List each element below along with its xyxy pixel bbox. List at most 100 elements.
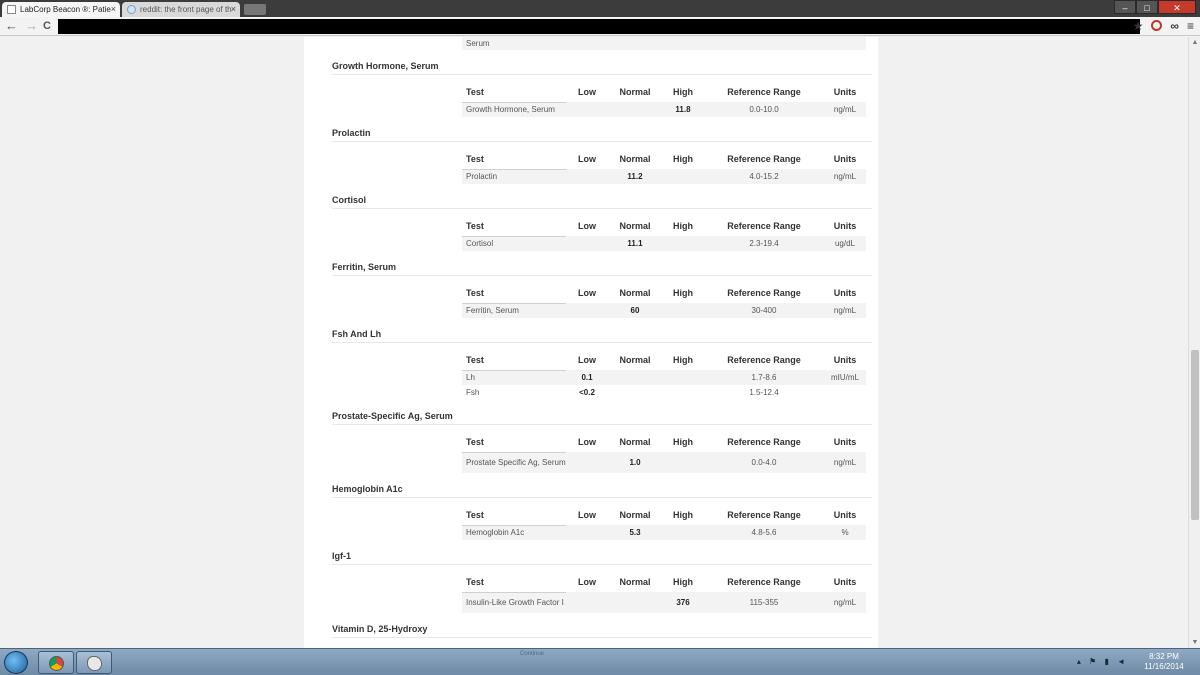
cell-test: Growth Hormone, Serum bbox=[462, 102, 566, 117]
minimize-button[interactable]: – bbox=[1114, 0, 1136, 14]
column-header-low: Low bbox=[578, 355, 596, 365]
column-header-low: Low bbox=[578, 154, 596, 164]
cell-units: ng/mL bbox=[824, 592, 866, 613]
table-header-row: Test Low Normal High Reference Range Units bbox=[462, 572, 866, 593]
section-title: Fsh And Lh bbox=[332, 318, 872, 343]
tab-labcorp[interactable]: LabCorp Beacon ®: Patie × bbox=[2, 2, 120, 17]
browser-toolbar: ← → C ★ ∞ ≡ bbox=[0, 17, 1200, 36]
browser-titlebar: LabCorp Beacon ®: Patie × reddit: the fr… bbox=[0, 0, 1200, 17]
column-header-reference: Reference Range bbox=[727, 154, 801, 164]
window-close-button[interactable]: ✕ bbox=[1158, 0, 1196, 14]
address-bar[interactable] bbox=[58, 19, 1140, 34]
table-row: Ferritin, Serum 60 30-400 ng/mL bbox=[462, 303, 866, 318]
cell-units: mIU/mL bbox=[824, 370, 866, 385]
cell-high bbox=[662, 303, 704, 318]
clock-date: 11/16/2014 bbox=[1144, 662, 1184, 671]
column-header-normal: Normal bbox=[619, 577, 651, 587]
cell-normal: 1.0 bbox=[608, 452, 662, 473]
system-clock[interactable]: 8:32 PM 11/16/2014 bbox=[1136, 652, 1192, 672]
cell-test: Insulin-Like Growth Factor I bbox=[462, 592, 566, 613]
cell-test: Hemoglobin A1c bbox=[462, 525, 566, 540]
cell-units: ng/mL bbox=[824, 303, 866, 318]
back-arrow-icon[interactable]: ← bbox=[5, 18, 18, 34]
close-tab-icon[interactable]: × bbox=[111, 2, 116, 17]
incognito-icon[interactable]: ∞ bbox=[1170, 18, 1179, 34]
cell-high: 11.8 bbox=[662, 102, 704, 117]
table-row: Lh 0.1 1.7-8.6 mIU/mL bbox=[462, 370, 866, 385]
column-header-test: Test bbox=[462, 505, 566, 526]
column-header-test: Test bbox=[462, 82, 566, 103]
table-row: Hemoglobin A1c 5.3 4.8-5.6% bbox=[462, 525, 866, 540]
scrollbar-thumb[interactable] bbox=[1191, 350, 1199, 520]
extension-icon[interactable] bbox=[1151, 20, 1163, 31]
close-tab-icon[interactable]: × bbox=[231, 2, 236, 17]
results-table: Test Low Normal High Reference Range Units Pro… bbox=[462, 149, 866, 184]
cell-test: Cortisol bbox=[462, 236, 566, 251]
column-header-test: Test bbox=[462, 283, 566, 304]
start-button[interactable] bbox=[4, 651, 28, 674]
section-title: Prostate-Specific Ag, Serum bbox=[332, 400, 872, 425]
paint-icon bbox=[87, 656, 102, 671]
column-header-low: Low bbox=[578, 437, 596, 447]
column-header-normal: Normal bbox=[619, 355, 651, 365]
results-table: Test Low Normal High Reference Range Units Hem… bbox=[462, 505, 866, 540]
section-title: Igf-1 bbox=[332, 540, 872, 565]
forward-arrow-icon[interactable]: → bbox=[25, 18, 38, 34]
menu-icon[interactable]: ≡ bbox=[1187, 18, 1194, 34]
maximize-button[interactable]: □ bbox=[1136, 0, 1158, 14]
cell-units: % bbox=[824, 525, 866, 540]
new-tab-button[interactable] bbox=[244, 4, 266, 15]
continued-cell-text: Serum bbox=[466, 39, 490, 48]
column-header-low: Low bbox=[578, 221, 596, 231]
taskbar-paint-button[interactable] bbox=[76, 651, 112, 674]
cell-normal bbox=[608, 102, 662, 117]
cell-low: <0.2 bbox=[579, 388, 595, 397]
result-section: Cortisol Test Low Normal High Reference Range… bbox=[332, 184, 872, 251]
table-row: Prostate Specific Ag, Serum 1.0 0.0-4.0 ng/… bbox=[462, 452, 866, 473]
window-controls: – □ ✕ bbox=[1114, 0, 1196, 14]
bookmark-star-icon[interactable]: ★ bbox=[1133, 18, 1144, 34]
cell-low bbox=[566, 452, 608, 473]
cell-reference: 4.0-15.2 bbox=[704, 169, 824, 184]
column-header-high: High bbox=[673, 221, 693, 231]
result-section: Growth Hormone, Serum Test Low Normal High Re… bbox=[332, 50, 872, 117]
scroll-down-icon[interactable]: ▼ bbox=[1191, 639, 1199, 646]
chrome-icon bbox=[49, 656, 64, 671]
column-header-low: Low bbox=[578, 288, 596, 298]
cell-high bbox=[662, 385, 704, 400]
cell-normal: 11.2 bbox=[608, 169, 662, 184]
result-section: Prolactin Test Low Normal High Reference Rang… bbox=[332, 117, 872, 184]
cell-high bbox=[662, 370, 704, 385]
cell-high bbox=[662, 169, 704, 184]
taskbar-label: Continue bbox=[520, 651, 545, 657]
table-header-row: Test Low Normal High Reference Range Units bbox=[462, 82, 866, 103]
result-section: Ferritin, Serum Test Low Normal High Referenc… bbox=[332, 251, 872, 318]
column-header-test: Test bbox=[462, 350, 566, 371]
column-header-units: Units bbox=[833, 87, 857, 97]
reddit-icon bbox=[127, 5, 136, 14]
vertical-scrollbar[interactable]: ▲ ▼ bbox=[1188, 37, 1200, 648]
result-section: Vitamin D, 25-HydroxyTestLowNormalHighRe… bbox=[332, 613, 872, 648]
page-viewport: Serum Growth Hormone, Serum Test Low Normal… bbox=[0, 37, 1188, 648]
results-table: Test Low Normal High Reference Range Units Lh 0… bbox=[462, 350, 866, 400]
section-title: Hemoglobin A1c bbox=[332, 473, 872, 498]
tab-label: LabCorp Beacon ®: Patie bbox=[20, 5, 111, 14]
taskbar-chrome-button[interactable] bbox=[38, 651, 74, 674]
tab-reddit[interactable]: reddit: the front page of th × bbox=[122, 2, 240, 17]
cell-normal: 11.1 bbox=[608, 236, 662, 251]
cell-low bbox=[566, 169, 608, 184]
result-section: Igf-1 Test Low Normal High Reference Range Uni… bbox=[332, 540, 872, 613]
column-header-test: Test bbox=[462, 216, 566, 237]
column-header-reference: Reference Range bbox=[727, 437, 801, 447]
column-header-normal: Normal bbox=[619, 87, 651, 97]
cell-reference: 30-400 bbox=[704, 303, 824, 318]
cell-units: ug/dL bbox=[824, 236, 866, 251]
result-section: Hemoglobin A1c Test Low Normal High Reference… bbox=[332, 473, 872, 540]
scroll-up-icon[interactable]: ▲ bbox=[1191, 39, 1199, 46]
system-tray[interactable]: ▴ ⚑ ▮ ◄ bbox=[1077, 657, 1128, 666]
column-header-high: High bbox=[673, 577, 693, 587]
table-row: Insulin-Like Growth Factor I 376 115-355 ng… bbox=[462, 592, 866, 613]
reload-icon[interactable]: C bbox=[43, 18, 51, 34]
results-table: Test Low Normal High Reference Range Units Cor… bbox=[462, 216, 866, 251]
cell-low bbox=[566, 236, 608, 251]
